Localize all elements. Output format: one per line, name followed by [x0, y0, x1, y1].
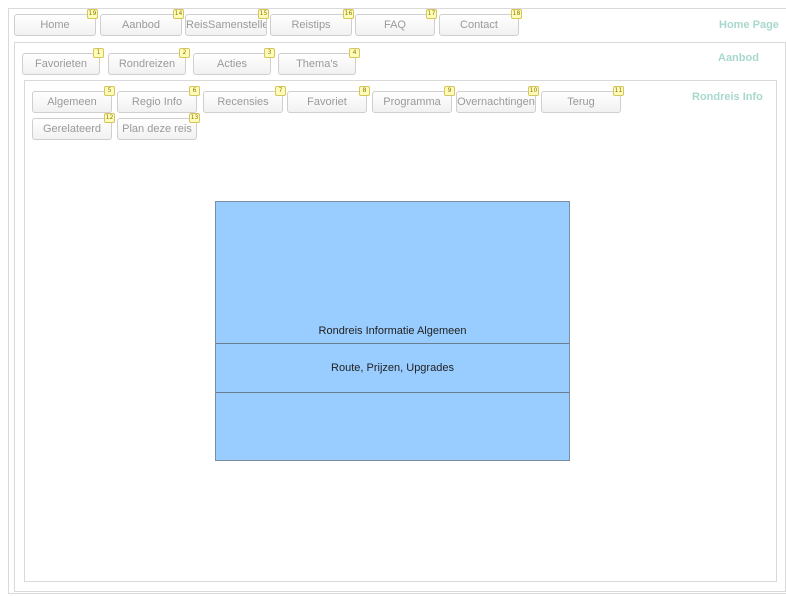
tab-themas[interactable]: Thema's: [278, 53, 356, 75]
tab-label: Regio Info: [131, 96, 183, 108]
tab-badge: 5: [104, 86, 115, 96]
tab-label: Gerelateerd: [42, 123, 102, 135]
tab-badge: 12: [104, 113, 115, 123]
tab-label: Programma: [383, 96, 441, 108]
rondreis-info-title: Rondreis Info: [692, 91, 763, 103]
tab-label: Rondreizen: [118, 58, 176, 70]
tab-badge: 16: [343, 9, 354, 19]
tab-badge: 13: [189, 113, 200, 123]
panel-heading: Rondreis Informatie Algemeen: [318, 325, 467, 337]
tab-label: FAQ: [383, 19, 406, 31]
tab-badge: 7: [275, 86, 286, 96]
tab-badge: 11: [613, 86, 624, 96]
tab-badge: 14: [173, 9, 184, 19]
tab-badge: 6: [189, 86, 200, 96]
tab-label: Favoriet: [307, 96, 347, 108]
panel-divider: [216, 343, 569, 344]
tab-rondreizen[interactable]: Rondreizen: [108, 53, 186, 75]
tab-label: Overnachtingen: [457, 96, 535, 108]
tab-badge: 19: [87, 9, 98, 19]
tab-plan-deze-reis[interactable]: Plan deze reis: [117, 118, 197, 140]
tab-label: Recensies: [217, 96, 269, 108]
tab-label: Thema's: [296, 58, 338, 70]
tab-label: Reistips: [291, 19, 331, 31]
tab-badge: 9: [444, 86, 455, 96]
tab-faq[interactable]: FAQ: [355, 14, 435, 36]
tab-badge: 3: [264, 48, 275, 58]
tab-badge: 2: [179, 48, 190, 58]
tab-badge: 4: [349, 48, 360, 58]
tab-recensies[interactable]: Recensies: [203, 91, 283, 113]
tab-label: Home: [40, 19, 70, 31]
tab-aanbod[interactable]: Aanbod: [100, 14, 182, 36]
tab-reissamenstellen[interactable]: ReisSamenstelle: [185, 14, 267, 36]
tab-badge: 18: [511, 9, 522, 19]
tab-favorieten[interactable]: Favorieten: [22, 53, 100, 75]
tab-overnachtingen[interactable]: Overnachtingen: [456, 91, 536, 113]
tab-badge: 1: [93, 48, 104, 58]
panel-subheading: Route, Prijzen, Upgrades: [331, 362, 454, 374]
tab-label: Terug: [567, 96, 595, 108]
tab-label: Contact: [460, 19, 498, 31]
tab-label: Favorieten: [35, 58, 87, 70]
tab-label: Acties: [217, 58, 247, 70]
tab-badge: 8: [359, 86, 370, 96]
tab-label: Plan deze reis: [122, 123, 192, 135]
tab-reistips[interactable]: Reistips: [270, 14, 352, 36]
tab-programma[interactable]: Programma: [372, 91, 452, 113]
tab-regio-info[interactable]: Regio Info: [117, 91, 197, 113]
tab-gerelateerd[interactable]: Gerelateerd: [32, 118, 112, 140]
tab-badge: 17: [426, 9, 437, 19]
tab-acties[interactable]: Acties: [193, 53, 271, 75]
tab-label: ReisSamenstelle: [186, 19, 267, 31]
tab-favoriet[interactable]: Favoriet: [287, 91, 367, 113]
tab-home[interactable]: Home: [14, 14, 96, 36]
panel-divider: [216, 392, 569, 393]
home-page-title: Home Page: [719, 19, 779, 31]
tab-badge: 10: [528, 86, 539, 96]
tab-badge: 15: [258, 9, 269, 19]
tab-label: Aanbod: [122, 19, 160, 31]
tab-contact[interactable]: Contact: [439, 14, 519, 36]
aanbod-title: Aanbod: [718, 52, 759, 64]
rondreis-info-panel: Rondreis Informatie Algemeen Route, Prij…: [215, 201, 570, 461]
tab-terug[interactable]: Terug: [541, 91, 621, 113]
tab-algemeen[interactable]: Algemeen: [32, 91, 112, 113]
tab-label: Algemeen: [47, 96, 97, 108]
